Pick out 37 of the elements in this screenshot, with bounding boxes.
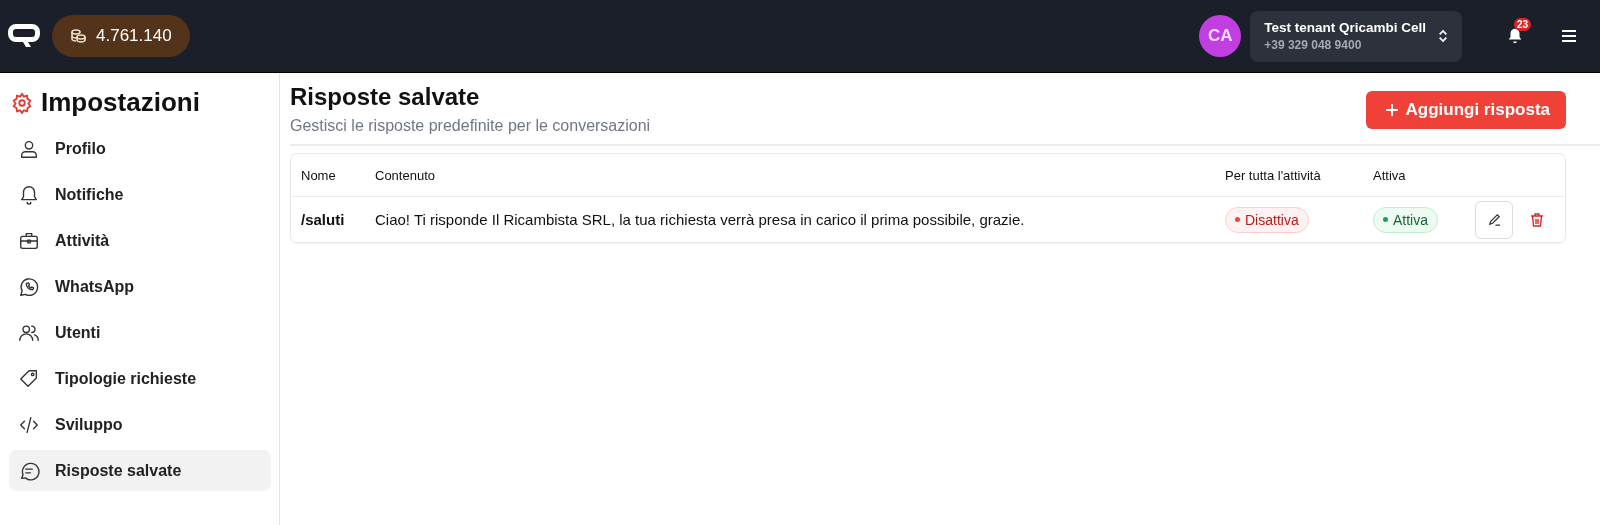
sidebar-item[interactable]: Attività [9,220,271,261]
sidebar-item[interactable]: Utenti [9,312,271,353]
tenant-switcher[interactable]: Test tenant Qricambi Cell +39 329 048 9400 [1250,10,1462,62]
bell-icon [18,183,40,206]
trash-icon[interactable] [1529,211,1545,228]
column-header: Nome [301,167,337,183]
sidebar-item[interactable]: Tipologie richieste [9,358,271,399]
page-subtitle: Gestisci le risposte predefinite per le conversazioni [290,117,651,135]
chevrons-icon [1438,29,1448,43]
reply-content: Ciao! Ti risponde Il Ricambista SRL, la tua richiesta verrà presa in carico il prima possibile, grazie. [375,211,1026,228]
status-badge: Attiva [1373,206,1438,233]
sidebar-item[interactable]: Sviluppo [9,404,271,445]
column-header: Per tutta l'attività [1225,167,1322,183]
sidebar-title: Impostazioni [41,87,200,118]
settings-icon [11,91,33,114]
plus-icon [1385,104,1398,116]
pencil-icon [1486,212,1502,227]
status-badge: Disattiva [1225,206,1309,233]
notification-badge: 23 [1514,18,1532,31]
reply-name: /saluti [301,211,346,228]
bell-icon[interactable] [1506,27,1524,45]
credits-pill[interactable]: 4.761.140 [52,15,190,57]
menu-icon[interactable] [1562,30,1576,42]
sidebar-item[interactable]: Profilo [9,128,271,169]
column-header: Contenuto [375,167,436,183]
edit-button[interactable] [1475,200,1513,239]
page-title: Risposte salvate [290,83,481,111]
sidebar-item[interactable]: Notifiche [9,174,271,215]
coins-icon [70,28,86,44]
column-header: Attiva [1373,167,1407,183]
sidebar-item[interactable]: Risposte salvate [9,450,271,491]
tenant-name: Test tenant Qricambi Cell [1264,20,1426,35]
whatsapp-icon [18,275,40,298]
add-reply-button[interactable]: Aggiungi risposta [1365,91,1566,129]
tenant-phone: +39 329 048 9400 [1264,38,1363,52]
tag-icon [18,367,40,390]
sidebar-item[interactable]: WhatsApp [9,266,271,307]
